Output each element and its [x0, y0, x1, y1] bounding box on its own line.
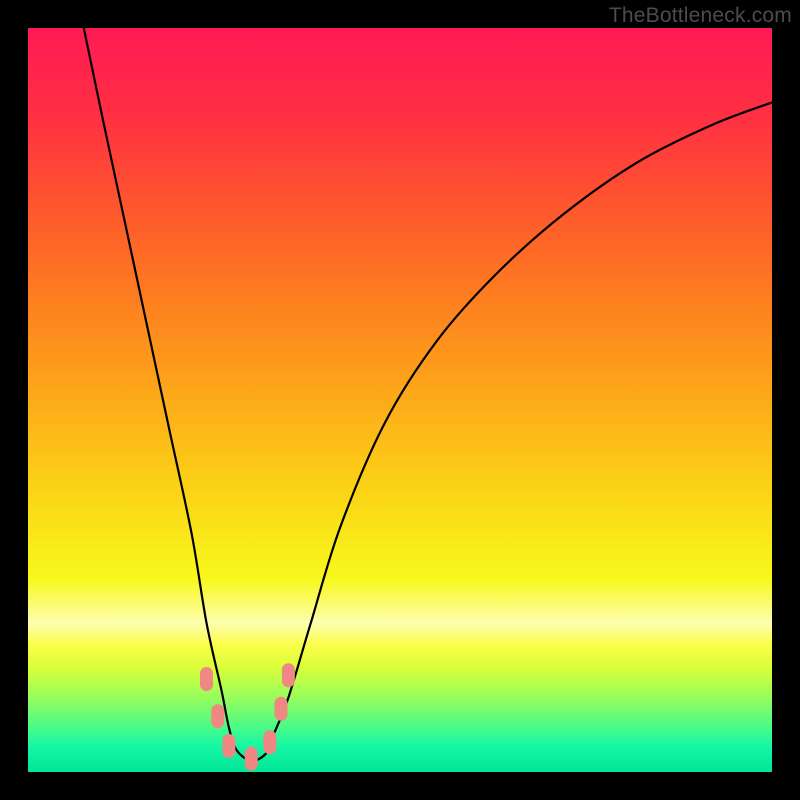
valley-marker	[245, 747, 258, 771]
valley-marker	[263, 730, 276, 754]
valley-marker	[200, 667, 213, 691]
watermark-text: TheBottleneck.com	[609, 4, 792, 28]
valley-marker	[222, 734, 235, 758]
bottleneck-chart	[28, 28, 772, 772]
valley-marker	[282, 663, 295, 687]
valley-marker	[274, 697, 287, 721]
valley-marker	[211, 704, 224, 728]
gradient-background	[28, 28, 772, 772]
chart-frame	[28, 28, 772, 772]
